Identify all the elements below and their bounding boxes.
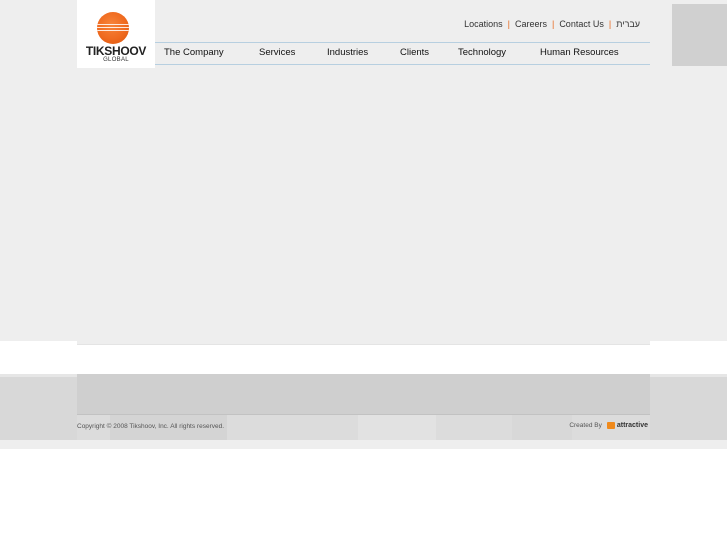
separator: | <box>551 19 555 29</box>
util-link-locations[interactable]: Locations <box>464 19 503 29</box>
creator-link[interactable]: attractive <box>606 422 648 429</box>
utility-nav: Locations | Careers | Contact Us | עברית <box>464 18 640 30</box>
site-logo[interactable]: TIKSHOOV GLOBAL <box>77 0 155 68</box>
separator: | <box>507 19 510 29</box>
footer-decoration <box>672 4 727 66</box>
nav-item-the-company[interactable]: The Company <box>164 47 224 58</box>
credit: Created By attractive <box>569 422 648 429</box>
separator: | <box>608 19 612 29</box>
creator-name: attractive <box>616 422 648 429</box>
nav-item-industries[interactable]: Industries <box>327 47 368 58</box>
logo-tagline: GLOBAL <box>103 57 129 63</box>
util-link-hebrew[interactable]: עברית <box>616 19 640 29</box>
footer-bar: Copyright © 2008 Tikshoov, Inc. All righ… <box>77 414 650 441</box>
util-link-contact-us[interactable]: Contact Us <box>559 19 604 29</box>
util-link-careers[interactable]: Careers <box>515 19 547 29</box>
main-nav: The Company Services Industries Clients … <box>155 42 650 65</box>
footer-panel <box>77 374 650 414</box>
sun-logo-icon <box>97 12 129 44</box>
nav-item-services[interactable]: Services <box>259 47 295 58</box>
attractive-logo-icon <box>606 422 615 429</box>
page-bottom-strip <box>0 440 727 449</box>
copyright-text: Copyright © 2008 Tikshoov, Inc. All righ… <box>77 423 225 430</box>
nav-item-clients[interactable]: Clients <box>400 47 429 58</box>
nav-item-technology[interactable]: Technology <box>458 47 506 58</box>
nav-item-human-resources[interactable]: Human Resources <box>540 47 619 58</box>
created-by-label: Created By <box>569 422 602 429</box>
logo-wordmark: TIKSHOOV <box>85 44 147 58</box>
